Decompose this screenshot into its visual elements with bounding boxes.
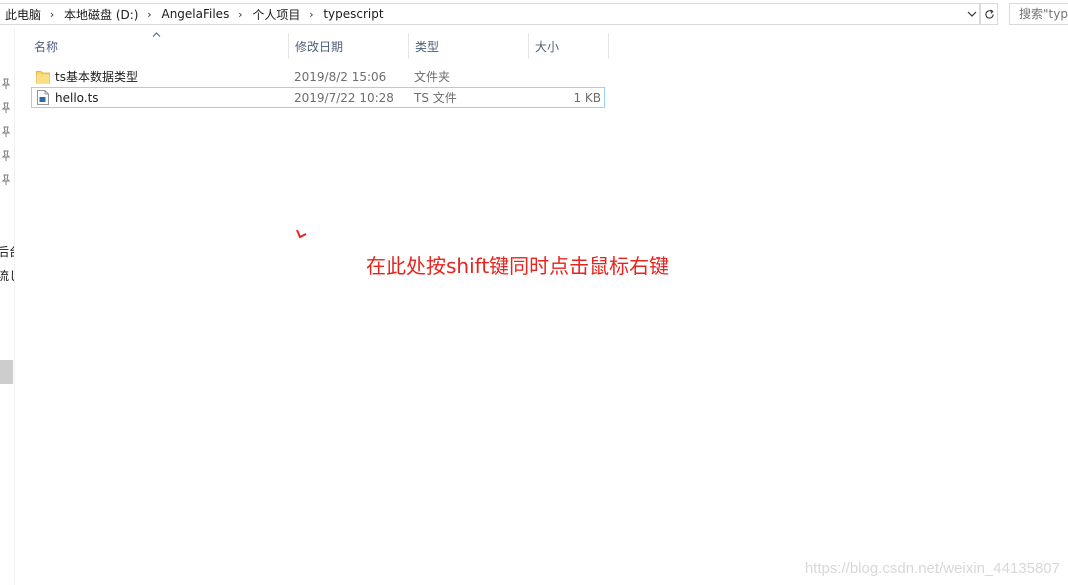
chevron-right-icon[interactable]: ›	[45, 8, 59, 21]
nav-item-label[interactable]: 后台	[0, 243, 14, 260]
column-header-label: 大小	[535, 39, 560, 54]
pin-icon[interactable]	[1, 174, 11, 186]
column-header-label: 名称	[34, 39, 59, 54]
pin-icon[interactable]	[1, 102, 11, 114]
pin-icon[interactable]	[1, 126, 11, 138]
breadcrumb-label[interactable]: typescript	[318, 7, 387, 21]
column-header-name[interactable]: 名称	[28, 33, 288, 59]
breadcrumb-item-this-pc[interactable]: 此电脑 ›	[0, 4, 59, 24]
folder-icon	[36, 71, 50, 84]
file-date: 2019/7/22 10:28	[294, 90, 394, 105]
breadcrumb-label[interactable]: 本地磁盘 (D:)	[59, 6, 142, 23]
pin-icon[interactable]	[1, 78, 11, 90]
ts-file-icon	[37, 90, 49, 105]
breadcrumb[interactable]: 此电脑 › 本地磁盘 (D:) › AngelaFiles › 个人项目 › t…	[0, 3, 980, 25]
file-name[interactable]: ts基本数据类型	[55, 66, 138, 87]
search-box[interactable]	[1009, 3, 1068, 25]
column-divider[interactable]	[608, 33, 609, 59]
chevron-right-icon[interactable]: ›	[142, 8, 156, 21]
breadcrumb-item-projects[interactable]: 个人项目 ›	[247, 4, 318, 24]
file-type: TS 文件	[414, 91, 457, 105]
file-type: 文件夹	[414, 70, 451, 84]
column-header-size[interactable]: 大小	[529, 33, 608, 59]
file-date: 2019/8/2 15:06	[294, 69, 387, 84]
breadcrumb-item-angelafiles[interactable]: AngelaFiles ›	[156, 4, 247, 24]
chevron-right-icon[interactable]: ›	[233, 8, 247, 21]
breadcrumb-item-drive[interactable]: 本地磁盘 (D:) ›	[59, 4, 156, 24]
chevron-right-icon[interactable]: ›	[304, 8, 318, 21]
file-row-folder[interactable]: ts基本数据类型 2019/8/2 15:06 文件夹	[31, 66, 605, 87]
address-bar: 此电脑 › 本地磁盘 (D:) › AngelaFiles › 个人项目 › t…	[0, 0, 1068, 28]
refresh-button[interactable]	[980, 3, 998, 25]
navigation-pane[interactable]: 后台 流し	[0, 28, 15, 585]
nav-item-label[interactable]: 流し	[0, 267, 14, 284]
column-header-date[interactable]: 修改日期	[289, 33, 408, 59]
file-name[interactable]: hello.ts	[55, 88, 99, 107]
file-size: 1 KB	[573, 90, 601, 105]
column-header-label: 修改日期	[295, 39, 344, 54]
cursor-mark-icon	[296, 229, 307, 239]
watermark: https://blog.csdn.net/weixin_44135807	[804, 560, 1060, 577]
chevron-down-icon[interactable]	[965, 4, 979, 24]
column-header-type[interactable]: 类型	[409, 33, 528, 59]
pin-icon[interactable]	[1, 150, 11, 162]
breadcrumb-label[interactable]: 个人项目	[247, 6, 304, 23]
search-input[interactable]	[1019, 7, 1068, 21]
column-header-label: 类型	[415, 39, 440, 54]
breadcrumb-label[interactable]: AngelaFiles	[156, 7, 233, 21]
nav-scrollbar-thumb[interactable]	[0, 360, 13, 384]
refresh-icon	[984, 8, 994, 19]
file-row-hello-ts[interactable]: hello.ts 2019/7/22 10:28 TS 文件 1 KB	[31, 87, 605, 108]
breadcrumb-label[interactable]: 此电脑	[0, 6, 45, 23]
annotation-text: 在此处按shift键同时点击鼠标右键	[366, 254, 670, 278]
breadcrumb-item-typescript[interactable]: typescript	[318, 4, 387, 24]
